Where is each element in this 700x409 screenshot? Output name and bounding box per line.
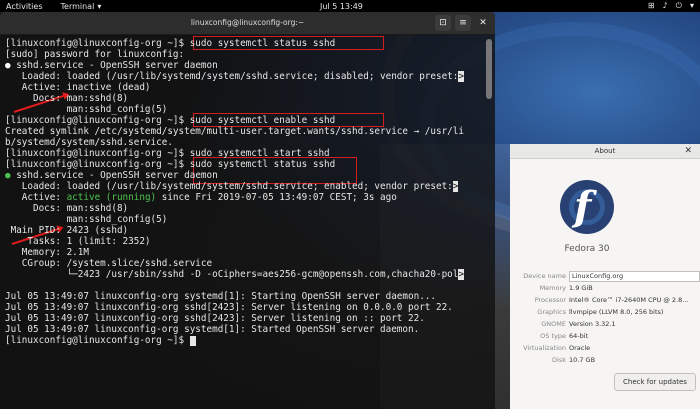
info-label: Disk xyxy=(552,356,566,364)
info-value: 10.7 GB xyxy=(569,356,596,364)
terminal-line: man:sshd_config(5) xyxy=(5,214,168,225)
terminal-line: ● sshd.service - OpenSSH server daemon xyxy=(5,170,218,181)
chevron-down-icon: ▾ xyxy=(689,1,694,10)
terminal-line: [linuxconfig@linuxconfig-org ~]$ sudo sy… xyxy=(5,38,336,49)
about-titlebar: About ✕ xyxy=(510,144,700,159)
info-label: Graphics xyxy=(537,308,566,316)
terminal-line: Jul 05 13:49:07 linuxconfig-org sshd[242… xyxy=(5,313,425,324)
active-running-status: active (running) xyxy=(66,192,157,203)
info-value: Intel® Core™ i7-2640M CPU @ 2.8... xyxy=(569,296,689,304)
terminal-line: Docs: man:sshd(8) xyxy=(5,93,129,104)
system-info: Device name Memory1.9 GiB ProcessorIntel… xyxy=(514,270,700,366)
terminal-line: Jul 05 13:49:07 linuxconfig-org systemd[… xyxy=(5,324,420,335)
terminal-line: [linuxconfig@linuxconfig-org ~]$ sudo sy… xyxy=(5,148,330,159)
info-row: Device name xyxy=(514,270,700,282)
info-row: Virtualization Oracle xyxy=(514,342,700,354)
text-cursor xyxy=(189,335,196,346)
top-bar: Activities Terminal ▾ Jul 5 13:49 ⊞ ♪ ⏻ … xyxy=(0,0,700,12)
overflow-marker: > xyxy=(458,71,464,82)
info-label: GNOME xyxy=(541,320,566,328)
volume-icon: ♪ xyxy=(662,1,668,10)
logo-letter: f xyxy=(574,183,592,230)
info-value: 64-bit xyxy=(569,332,589,340)
new-tab-icon[interactable]: ⊡ xyxy=(435,15,451,31)
terminal-line: Main PID: 2423 (sshd) xyxy=(5,225,129,236)
chevron-down-icon: ▾ xyxy=(97,1,102,11)
close-icon[interactable]: ✕ xyxy=(475,15,491,31)
about-title: About xyxy=(594,147,616,155)
terminal-line: [linuxconfig@linuxconfig-org ~]$ sudo sy… xyxy=(5,115,336,126)
hamburger-menu-icon[interactable]: ≡ xyxy=(455,15,471,31)
close-icon[interactable]: ✕ xyxy=(684,144,692,158)
info-value: Oracle xyxy=(569,344,591,352)
terminal-line: Loaded: loaded (/usr/lib/systemd/system/… xyxy=(5,71,464,82)
info-label: Processor xyxy=(534,296,566,304)
clock[interactable]: Jul 5 13:49 xyxy=(320,2,363,11)
terminal-line: Docs: man:sshd(8) xyxy=(5,203,129,214)
info-row: Disk 10.7 GB xyxy=(514,354,700,366)
terminal-line: [linuxconfig@linuxconfig-org ~]$ sudo sy… xyxy=(5,159,336,170)
terminal-line: Tasks: 1 (limit: 2352) xyxy=(5,236,151,247)
terminal-titlebar[interactable]: linuxconfig@linuxconfig-org:~ ⊡ ≡ ✕ xyxy=(0,12,495,35)
about-window: About ✕ f Fedora 30 Device name Memory1.… xyxy=(510,144,700,409)
terminal-line: └─2423 /usr/sbin/sshd -D -oCiphers=aes25… xyxy=(5,269,464,280)
terminal-line: man:sshd_config(5) xyxy=(5,104,168,115)
os-name: Fedora 30 xyxy=(564,244,610,254)
overflow-marker: > xyxy=(458,269,464,280)
terminal-line: Active: active (running) since Fri 2019-… xyxy=(5,192,397,203)
info-label: OS type xyxy=(540,332,566,340)
check-for-updates-button[interactable]: Check for updates xyxy=(614,373,696,391)
info-value: 1.9 GiB xyxy=(569,284,593,292)
terminal-line: Jul 05 13:49:07 linuxconfig-org sshd[242… xyxy=(5,302,453,313)
info-label: Memory xyxy=(539,284,566,292)
device-name-field[interactable] xyxy=(569,270,700,282)
terminal-line: [sudo] password for linuxconfig: xyxy=(5,49,185,60)
terminal-line: Active: inactive (dead) xyxy=(5,82,151,93)
info-row: Processor Intel® Core™ i7-2640M CPU @ 2.8… xyxy=(514,294,700,306)
terminal-line: Loaded: loaded (/usr/lib/systemd/system/… xyxy=(5,181,459,192)
terminal-line: Jul 05 13:49:07 linuxconfig-org systemd[… xyxy=(5,291,436,302)
terminal-line: Created symlink /etc/systemd/system/mult… xyxy=(5,126,464,137)
power-icon: ⏻ xyxy=(675,1,682,10)
overflow-marker: > xyxy=(452,181,459,192)
app-menu-label: Terminal xyxy=(60,1,95,11)
terminal-line: ● sshd.service - OpenSSH server daemon xyxy=(5,60,218,71)
fedora-logo-icon: f xyxy=(560,180,614,234)
terminal-window[interactable]: linuxconfig@linuxconfig-org:~ ⊡ ≡ ✕ [lin… xyxy=(0,12,495,409)
terminal-title: linuxconfig@linuxconfig-org:~ xyxy=(190,18,305,27)
terminal-output[interactable]: [linuxconfig@linuxconfig-org ~]$ sudo sy… xyxy=(0,35,495,409)
network-icon: ⊞ xyxy=(647,1,655,10)
terminal-buttons: ⊡ ≡ ✕ xyxy=(435,15,491,31)
scrollbar[interactable] xyxy=(486,39,492,99)
terminal-line: Memory: 2.1M xyxy=(5,247,89,258)
info-row: GNOME Version 3.32.1 xyxy=(514,318,700,330)
info-label: Device name xyxy=(523,272,566,280)
info-value: llvmpipe (LLVM 8.0, 256 bits) xyxy=(569,308,664,316)
info-row: OS type 64-bit xyxy=(514,330,700,342)
activities-button[interactable]: Activities xyxy=(6,2,43,11)
terminal-line: b/systemd/system/sshd.service. xyxy=(5,137,173,148)
app-menu[interactable]: Terminal ▾ xyxy=(61,2,102,11)
terminal-line: [linuxconfig@linuxconfig-org ~]$ xyxy=(5,335,196,346)
info-row: Memory 1.9 GiB xyxy=(514,282,700,294)
info-label: Virtualization xyxy=(523,344,566,352)
info-value: Version 3.32.1 xyxy=(569,320,616,328)
terminal-line: CGroup: /system.slice/sshd.service xyxy=(5,258,213,269)
system-tray[interactable]: ⊞ ♪ ⏻ ▾ xyxy=(648,1,694,11)
info-row: Graphics llvmpipe (LLVM 8.0, 256 bits) xyxy=(514,306,700,318)
